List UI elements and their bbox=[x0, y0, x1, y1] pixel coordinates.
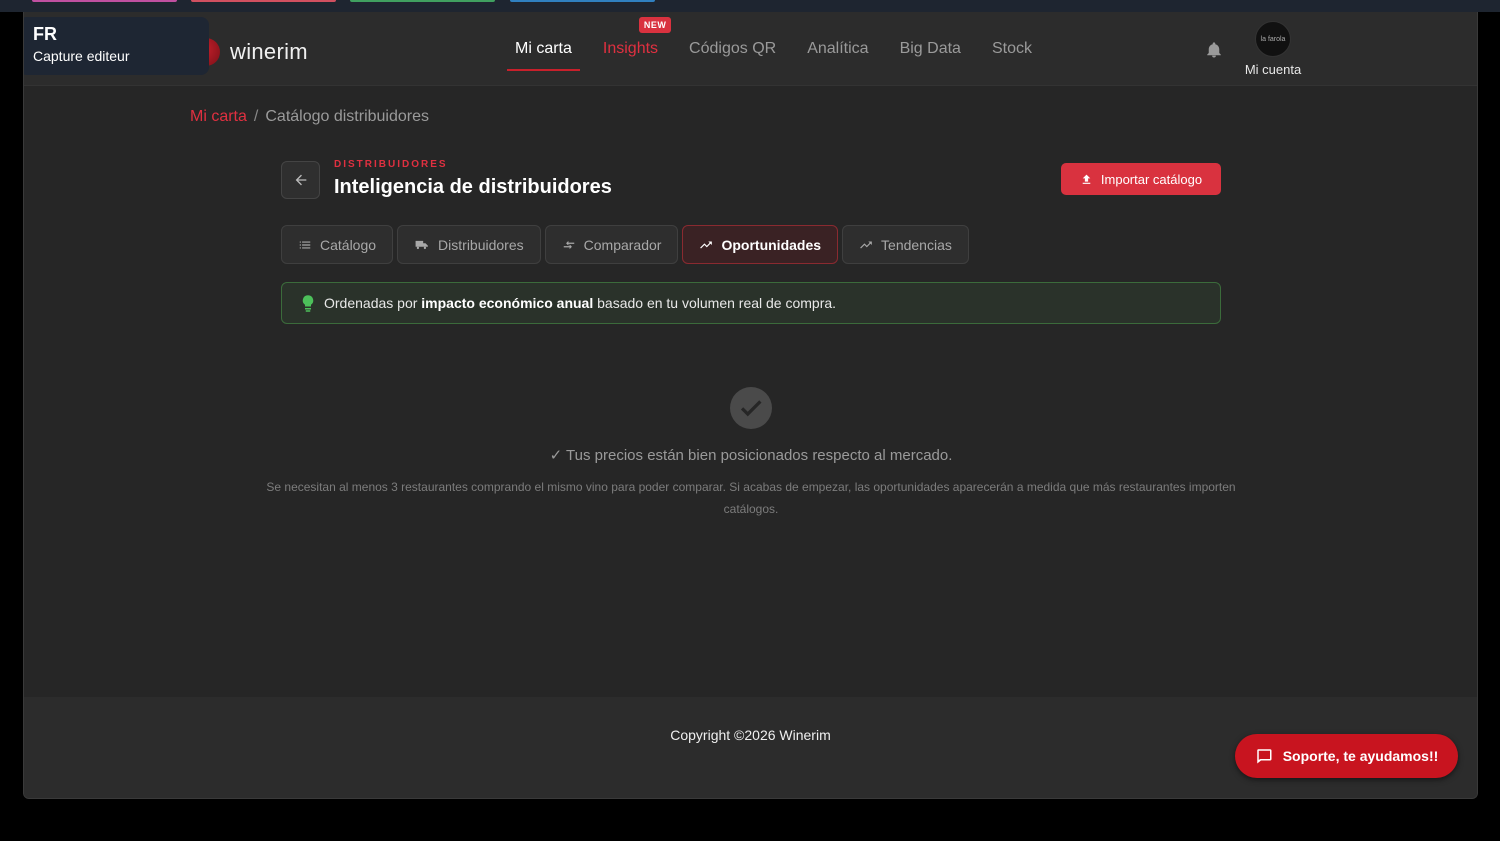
brand-logo[interactable]: winerim bbox=[192, 38, 308, 66]
top-navbar: winerim Mi carta Insights NEW Códigos QR… bbox=[24, 12, 1477, 86]
trend-icon bbox=[860, 241, 872, 248]
bell-icon[interactable] bbox=[1205, 40, 1223, 60]
breadcrumb-root-link[interactable]: Mi carta bbox=[190, 108, 247, 125]
avatar: la farola bbox=[1255, 21, 1291, 57]
new-badge: NEW bbox=[638, 17, 672, 33]
section-eyebrow: DISTRIBUIDORES bbox=[334, 159, 448, 170]
language-code: FR bbox=[33, 24, 57, 44]
nav-item-stock[interactable]: Stock bbox=[984, 12, 1040, 86]
tab-oportunidades[interactable]: Oportunidades bbox=[682, 225, 839, 264]
list-icon bbox=[299, 241, 311, 248]
info-banner: Ordenadas por impacto económico anual ba… bbox=[281, 282, 1221, 324]
chat-bubble-icon bbox=[1256, 749, 1272, 764]
browser-tab-strip bbox=[0, 0, 1500, 12]
nav-item-big-data[interactable]: Big Data bbox=[892, 12, 969, 86]
trend-up-icon bbox=[700, 241, 713, 248]
breadcrumb: Mi carta / Catálogo distribuidores bbox=[190, 108, 429, 126]
account-menu[interactable]: la farola Mi cuenta bbox=[1243, 21, 1303, 77]
compare-icon bbox=[563, 240, 574, 249]
nav-item-codigos-qr[interactable]: Códigos QR bbox=[681, 12, 784, 86]
overlay-subtitle: Capture editeur bbox=[33, 48, 130, 64]
browser-tab[interactable] bbox=[191, 0, 336, 2]
empty-state-message: ✓ Tus precios están bien posicionados re… bbox=[549, 447, 953, 464]
nav-item-insights[interactable]: Insights NEW bbox=[595, 12, 672, 86]
page-header: DISTRIBUIDORES Inteligencia de distribui… bbox=[281, 159, 1221, 201]
arrow-left-icon bbox=[295, 174, 306, 186]
tab-catalogo[interactable]: Catálogo bbox=[281, 225, 394, 264]
back-button[interactable] bbox=[281, 161, 320, 199]
tab-comparador[interactable]: Comparador bbox=[544, 225, 679, 264]
breadcrumb-separator: / bbox=[253, 108, 259, 125]
tab-distribuidores[interactable]: Distribuidores bbox=[397, 225, 541, 264]
nav-item-analitica[interactable]: Analítica bbox=[799, 12, 876, 86]
editor-capture-overlay: FR Capture editeur bbox=[24, 17, 209, 75]
app-window: winerim Mi carta Insights NEW Códigos QR… bbox=[23, 12, 1478, 799]
empty-state: ✓ Tus precios están bien posicionados re… bbox=[266, 387, 1236, 520]
brand-name: winerim bbox=[230, 39, 308, 64]
import-catalog-button[interactable]: Importar catálogo bbox=[1061, 163, 1221, 195]
info-text: Ordenadas por impacto económico anual ba… bbox=[324, 295, 837, 311]
empty-state-note: Se necesitan al menos 3 restaurantes com… bbox=[266, 480, 1236, 516]
nav-item-mi-carta[interactable]: Mi carta bbox=[507, 12, 580, 86]
main-nav: Mi carta Insights NEW Códigos QR Analíti… bbox=[507, 12, 1055, 86]
browser-tab[interactable] bbox=[32, 0, 177, 2]
truck-icon bbox=[415, 240, 428, 249]
upload-icon bbox=[1082, 174, 1091, 184]
browser-tab[interactable] bbox=[350, 0, 495, 2]
page-title: Inteligencia de distribuidores bbox=[334, 176, 612, 198]
check-circle-icon bbox=[730, 387, 772, 429]
section-tabs: Catálogo Distribuidores Comparador Oport… bbox=[281, 225, 969, 264]
browser-tab[interactable] bbox=[510, 0, 655, 2]
lightbulb-icon bbox=[302, 294, 314, 312]
support-chat-button[interactable]: Soporte, te ayudamos!! bbox=[1235, 734, 1458, 778]
tab-tendencias[interactable]: Tendencias bbox=[842, 225, 969, 264]
breadcrumb-current: Catálogo distribuidores bbox=[265, 108, 430, 125]
account-label: Mi cuenta bbox=[1244, 62, 1302, 77]
